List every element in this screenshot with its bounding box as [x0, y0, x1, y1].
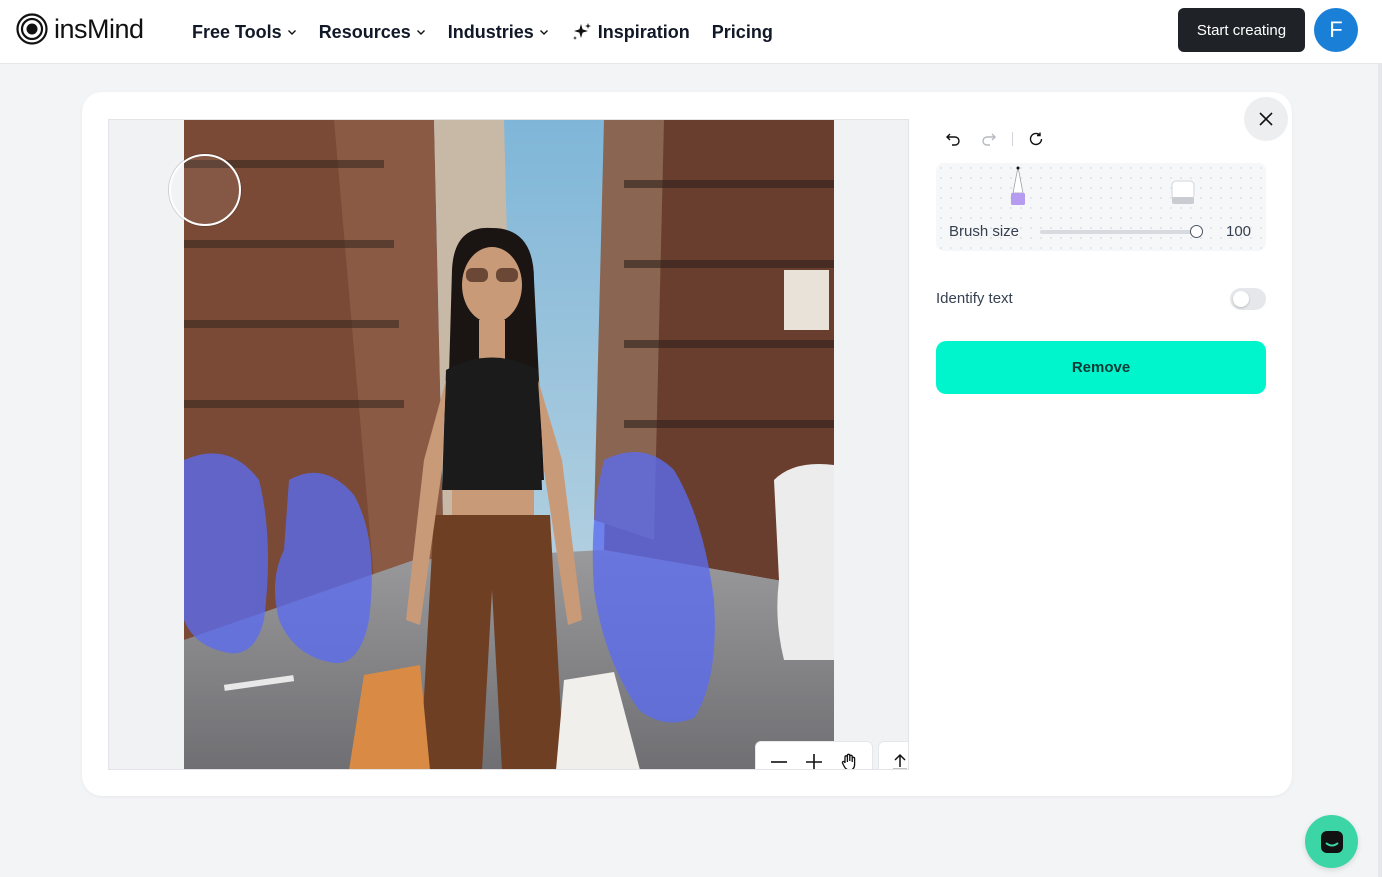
upload-icon: [892, 753, 907, 769]
brush-tool-icon[interactable]: [1008, 165, 1028, 207]
nav-free-tools[interactable]: Free Tools: [192, 22, 297, 43]
close-button[interactable]: [1244, 97, 1288, 141]
zoom-toolbar: [755, 741, 873, 769]
image-canvas[interactable]: [108, 119, 909, 770]
identify-text-toggle[interactable]: [1230, 288, 1266, 310]
nav-inspiration-label: Inspiration: [597, 21, 690, 42]
chevron-down-icon: [539, 30, 548, 35]
redo-button[interactable]: [976, 126, 1002, 152]
photo-image: [184, 120, 834, 769]
sparkle-icon: [572, 23, 591, 40]
nav-resources[interactable]: Resources: [319, 22, 426, 43]
history-divider: [1012, 132, 1013, 146]
nav-resources-label: Resources: [318, 21, 411, 42]
nav-pricing[interactable]: Pricing: [712, 22, 773, 43]
remove-button[interactable]: Remove: [936, 341, 1266, 394]
reset-button[interactable]: [1023, 126, 1049, 152]
page-scrollbar[interactable]: [1378, 64, 1382, 877]
logo-text: insMind: [54, 13, 144, 44]
brush-panel: Brush size 100: [936, 163, 1266, 251]
nav-pricing-label: Pricing: [711, 21, 773, 42]
history-controls: [940, 126, 1049, 152]
identify-text-label: Identify text: [936, 290, 1013, 307]
pan-button[interactable]: [834, 747, 864, 769]
close-icon: [1259, 112, 1273, 126]
undo-button[interactable]: [940, 126, 966, 152]
zoom-out-button[interactable]: [764, 747, 794, 769]
nav-inspiration[interactable]: Inspiration: [571, 21, 690, 43]
brush-size-slider[interactable]: [1040, 225, 1204, 238]
export-button[interactable]: [878, 741, 908, 769]
logo[interactable]: insMind: [16, 13, 144, 45]
logo-icon: [16, 13, 48, 45]
hand-icon: [841, 753, 855, 769]
editor-card: Brush size 100 Identify text Remove: [82, 92, 1292, 796]
chat-icon: [1320, 830, 1343, 853]
brush-size-label: Brush size: [949, 223, 1020, 240]
brush-cursor: [169, 154, 241, 226]
eraser-tool-icon[interactable]: [1170, 179, 1196, 207]
top-header: insMind Free Tools Resources Industries …: [0, 0, 1382, 64]
chevron-down-icon: [416, 30, 425, 35]
nav-free-tools-label: Free Tools: [192, 21, 282, 42]
chevron-down-icon: [287, 30, 296, 35]
avatar[interactable]: F: [1314, 8, 1358, 52]
nav-industries[interactable]: Industries: [448, 22, 549, 43]
zoom-in-button[interactable]: [799, 747, 829, 769]
refresh-icon: [1029, 132, 1043, 146]
minus-icon: [771, 761, 788, 763]
start-creating-button[interactable]: Start creating: [1178, 8, 1305, 52]
nav-industries-label: Industries: [447, 21, 534, 42]
brush-size-value: 100: [1226, 223, 1252, 240]
chat-button[interactable]: [1305, 815, 1358, 868]
undo-icon: [946, 133, 960, 146]
toggle-knob: [1233, 291, 1249, 307]
main-nav: Free Tools Resources Industries Inspirat…: [192, 0, 773, 64]
redo-icon: [982, 133, 996, 146]
plus-icon: [805, 754, 822, 769]
